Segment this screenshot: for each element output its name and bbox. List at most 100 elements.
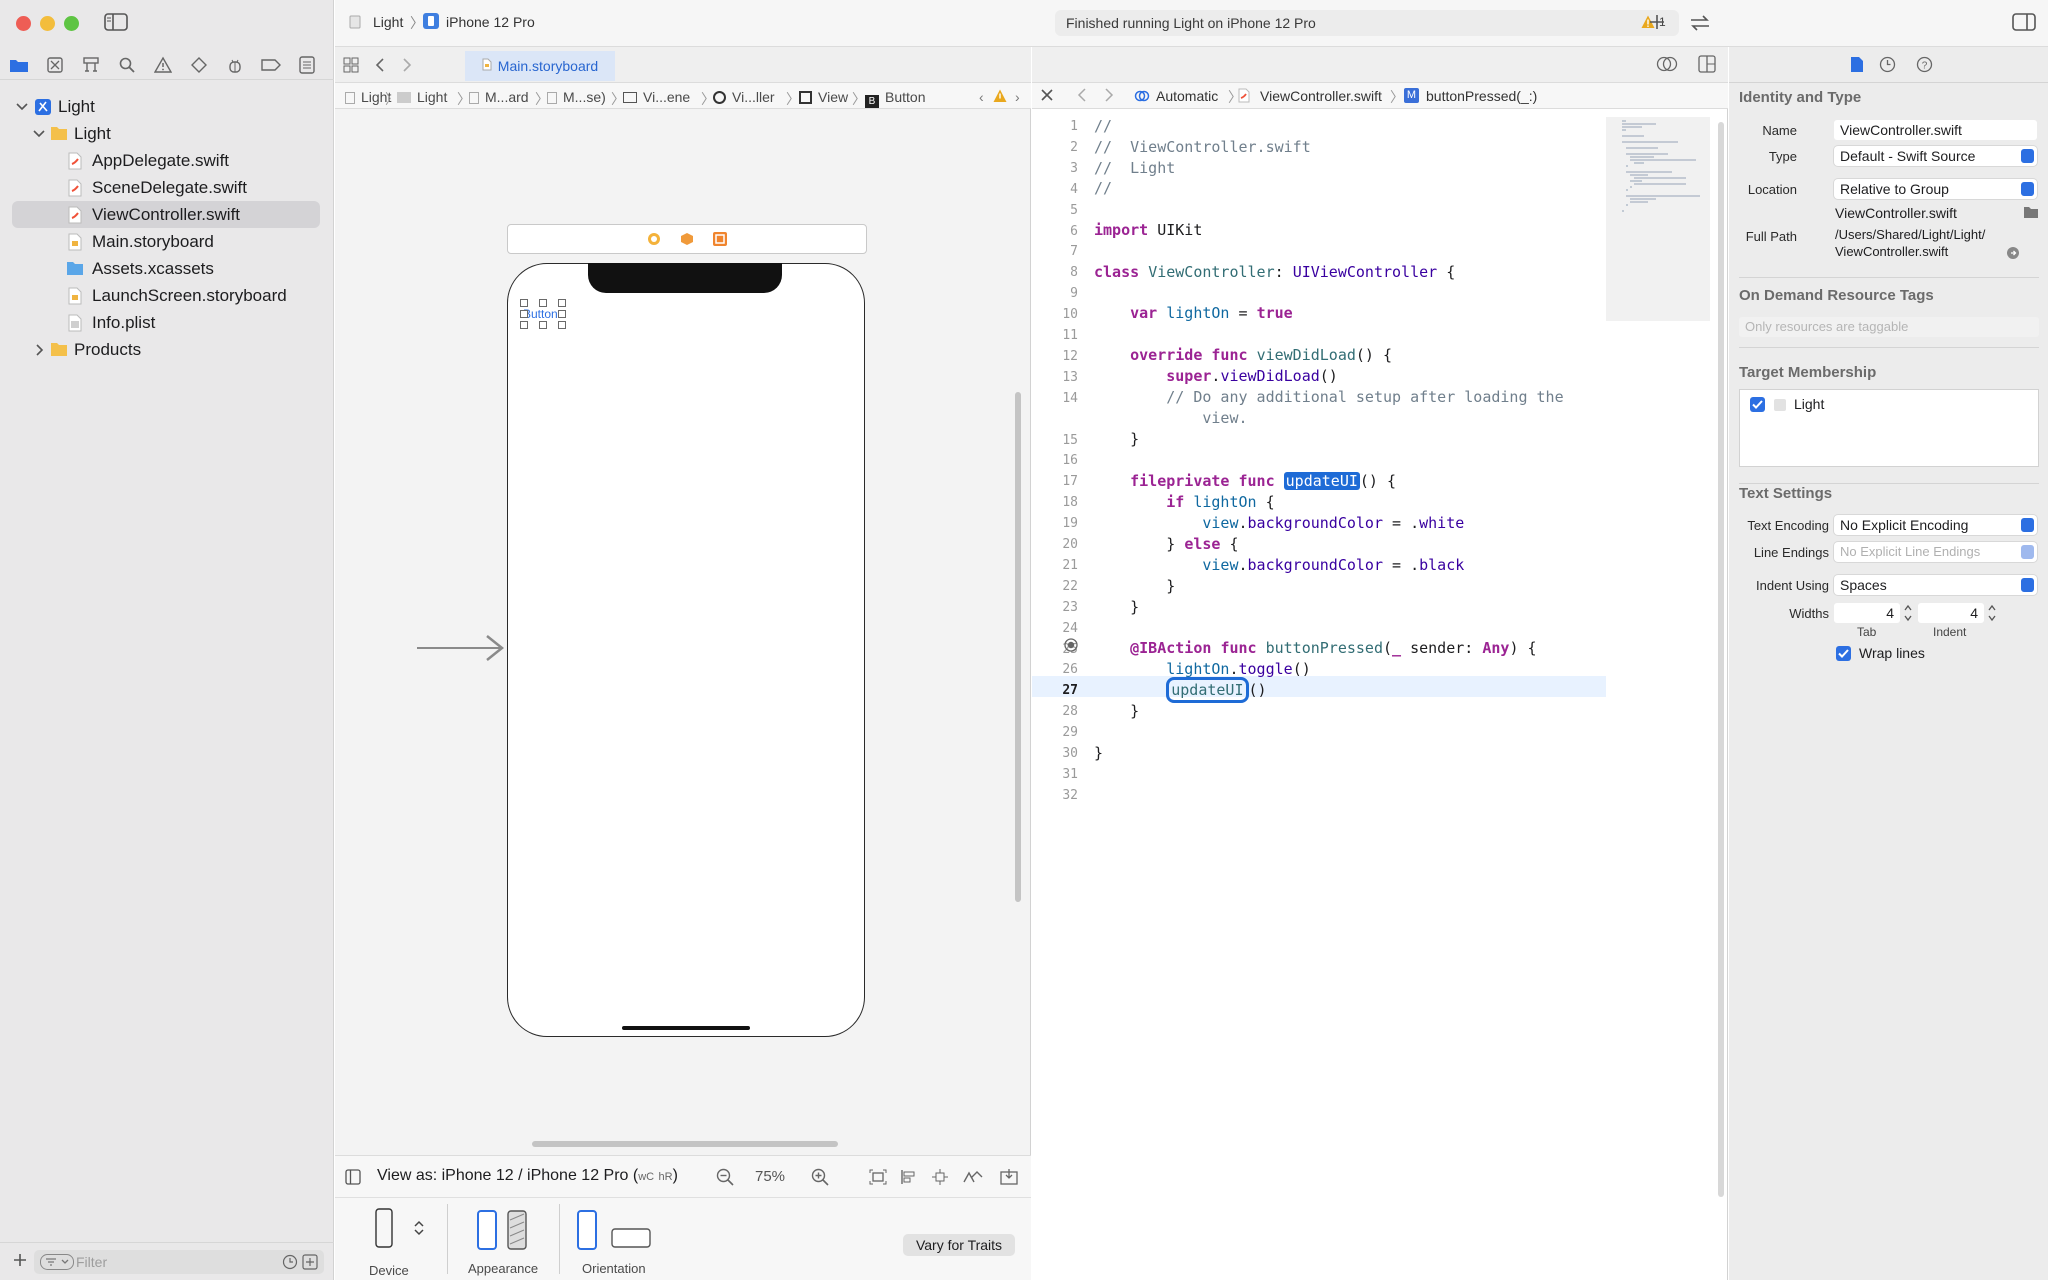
scheme-selector[interactable]: Light [373, 14, 403, 30]
exit-icon[interactable] [713, 232, 727, 250]
filter-field[interactable]: Filter [34, 1250, 324, 1274]
orientation-portrait-icon[interactable] [577, 1210, 597, 1254]
destination-selector[interactable]: iPhone 12 Pro [446, 14, 535, 30]
choose-folder-icon[interactable] [2023, 206, 2039, 223]
tree-item-project-light[interactable]: Light [12, 93, 320, 120]
file-type-popup[interactable]: Default - Swift Source [1834, 146, 2037, 166]
line-number[interactable]: 2 [1032, 140, 1078, 155]
line-number[interactable]: 9 [1032, 286, 1078, 301]
filter-scope-icon[interactable] [302, 1254, 318, 1274]
selected-button[interactable]: Button [520, 299, 566, 329]
line-number[interactable]: 17 [1032, 474, 1078, 489]
resize-handle[interactable] [558, 310, 566, 318]
view-controller-circle-icon[interactable] [647, 232, 661, 250]
line-number[interactable]: 21 [1032, 558, 1078, 573]
line-number[interactable]: 12 [1032, 349, 1078, 364]
wrap-lines-checkbox[interactable] [1836, 646, 1851, 661]
chevron-down-icon[interactable] [32, 127, 46, 141]
jump-item[interactable]: Vi...ene [623, 89, 690, 105]
jump-item[interactable]: Vi...ller [713, 89, 775, 105]
reveal-in-finder-arrow-icon[interactable] [2007, 246, 2019, 263]
orientation-landscape-icon[interactable] [611, 1228, 651, 1252]
tab-main-storyboard[interactable]: Main.storyboard [465, 51, 615, 81]
chevron-right-icon[interactable] [33, 343, 47, 357]
line-number[interactable]: 11 [1032, 328, 1078, 343]
line-number[interactable]: 5 [1032, 203, 1078, 218]
zoom-window-button[interactable] [64, 16, 79, 31]
line-number[interactable]: 23 [1032, 600, 1078, 615]
quick-help-question-icon[interactable]: ? [1916, 56, 1933, 77]
library-plus-icon[interactable] [1649, 14, 1665, 34]
first-responder-cube-icon[interactable] [680, 232, 694, 250]
jump-item[interactable]: M...se) [547, 89, 606, 105]
line-number[interactable]: 16 [1032, 453, 1078, 468]
line-number[interactable]: 24 [1032, 621, 1078, 636]
line-number[interactable]: 8 [1032, 265, 1078, 280]
line-number[interactable]: 28 [1032, 704, 1078, 719]
project-navigator-folder-icon[interactable] [8, 54, 30, 76]
line-number[interactable]: 29 [1032, 725, 1078, 740]
outlet-connection-circle-icon[interactable] [1064, 638, 1078, 656]
symbol-navigator-icon[interactable] [80, 54, 102, 76]
next-issue-chevron-icon[interactable]: › [1015, 89, 1020, 105]
tree-item-products[interactable]: Products [12, 336, 320, 363]
line-number[interactable]: 19 [1032, 516, 1078, 531]
zoom-in-icon[interactable] [811, 1168, 829, 1190]
line-number[interactable]: 4 [1032, 182, 1078, 197]
line-endings-popup[interactable]: No Explicit Line Endings [1834, 542, 2037, 562]
file-name-field[interactable]: ViewController.swift [1834, 120, 2037, 140]
file-inspector-document-icon[interactable] [1850, 56, 1864, 77]
sidebar-toggle-icon[interactable] [104, 13, 128, 31]
line-number[interactable]: 10 [1032, 307, 1078, 322]
debug-navigator-icon[interactable] [224, 54, 246, 76]
forward-chevron-icon[interactable] [1104, 88, 1114, 105]
line-number[interactable]: 30 [1032, 746, 1078, 761]
close-window-button[interactable] [16, 16, 31, 31]
target-checkbox[interactable] [1750, 397, 1765, 412]
inspector-toggle-icon[interactable] [2012, 13, 2036, 35]
tree-item-scenedelegate[interactable]: SceneDelegate.swift [12, 174, 320, 201]
indent-width-stepper-icon[interactable] [1987, 603, 1997, 627]
jump-symbol[interactable]: buttonPressed(_:) [1426, 88, 1537, 104]
line-number[interactable]: 7 [1032, 244, 1078, 259]
previous-issue-chevron-icon[interactable]: ‹ [979, 89, 984, 105]
tab-width-field[interactable]: 4 [1834, 603, 1900, 623]
embed-in-icon[interactable] [1000, 1169, 1018, 1189]
view-as-device-label[interactable]: View as: iPhone 12 / iPhone 12 Pro (wC h… [377, 1167, 678, 1185]
assistant-mode-selector[interactable]: Automatic [1156, 88, 1218, 104]
resource-tags-field[interactable]: Only resources are taggable [1739, 317, 2039, 337]
resolve-issues-icon[interactable] [962, 1169, 984, 1189]
resize-handle[interactable] [520, 321, 528, 329]
tab-width-stepper-icon[interactable] [1903, 603, 1913, 627]
line-number[interactable]: 32 [1032, 788, 1078, 803]
line-number[interactable]: 3 [1032, 161, 1078, 176]
appearance-dark-icon[interactable] [507, 1210, 527, 1254]
line-number[interactable]: 20 [1032, 537, 1078, 552]
line-number[interactable]: 1 [1032, 119, 1078, 134]
find-navigator-search-icon[interactable] [116, 54, 138, 76]
test-navigator-diamond-icon[interactable] [188, 54, 210, 76]
document-outline-toggle-icon[interactable] [345, 1169, 361, 1189]
report-navigator-icon[interactable] [296, 54, 318, 76]
recent-clock-icon[interactable] [282, 1254, 298, 1274]
device-stepper-icon[interactable] [413, 1220, 425, 1240]
resize-handle[interactable] [539, 321, 547, 329]
tree-item-launchscreen[interactable]: LaunchScreen.storyboard [12, 282, 320, 309]
zoom-level[interactable]: 75% [755, 1168, 785, 1185]
canvas-horizontal-scrollbar[interactable] [532, 1141, 838, 1147]
line-number[interactable]: 13 [1032, 370, 1078, 385]
add-plus-icon[interactable] [12, 1252, 28, 1272]
vary-for-traits-button[interactable]: Vary for Traits [903, 1234, 1015, 1256]
line-number[interactable]: 14 [1032, 391, 1078, 406]
line-number[interactable]: 22 [1032, 579, 1078, 594]
line-number[interactable]: 27 [1032, 683, 1078, 698]
code-vertical-scrollbar[interactable] [1718, 122, 1724, 1197]
tree-item-info-plist[interactable]: Info.plist [12, 309, 320, 336]
jump-item[interactable]: Light [397, 89, 447, 105]
minimize-window-button[interactable] [40, 16, 55, 31]
adjust-editor-options-icon[interactable] [1656, 55, 1678, 77]
jump-item[interactable]: M...ard [469, 89, 529, 105]
align-icon[interactable] [900, 1169, 918, 1189]
line-number[interactable]: 6 [1032, 224, 1078, 239]
zoom-out-icon[interactable] [716, 1168, 734, 1190]
